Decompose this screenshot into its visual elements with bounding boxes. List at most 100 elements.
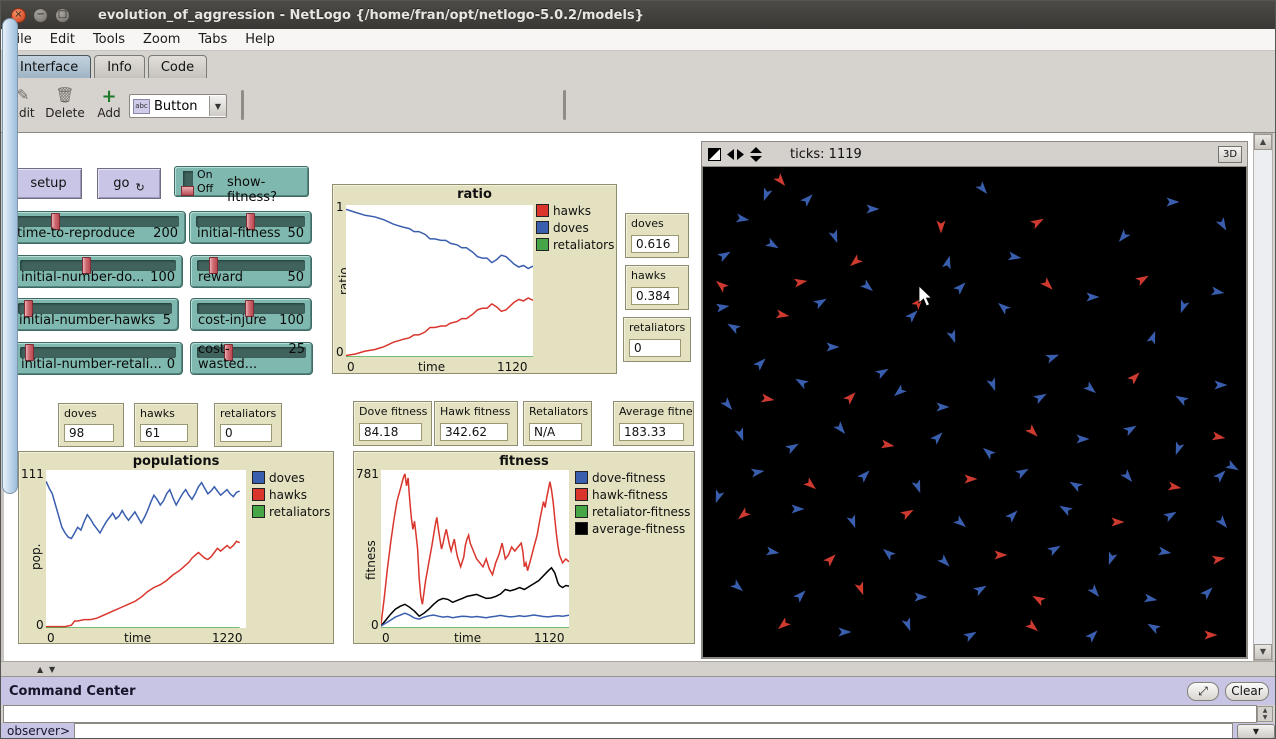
tab-row: Interface Info Code	[1, 51, 1276, 78]
legend-item: hawks	[536, 202, 614, 219]
turtle-dove	[975, 181, 990, 197]
widget-type-value: Button	[154, 99, 198, 114]
splitter-up-icon[interactable]: ▲	[37, 665, 43, 674]
world-view[interactable]	[701, 167, 1248, 659]
turtle-dove	[1115, 229, 1130, 245]
3d-button[interactable]: 3D	[1218, 146, 1242, 163]
slider-value: 100	[279, 313, 304, 328]
slider-label: initial-number-hawks	[19, 313, 155, 328]
horizontal-arrows-icon[interactable]	[727, 149, 744, 160]
turtle-dove	[1067, 478, 1083, 492]
menu-zoom[interactable]: Zoom	[134, 32, 189, 47]
scroll-down-icon[interactable]: ▼	[1254, 644, 1272, 660]
button-widget-icon: abc	[133, 99, 150, 114]
chevron-down-icon: ▼	[209, 96, 226, 116]
title-bar: × − ▢ evolution_of_aggression - NetLogo …	[1, 1, 1276, 29]
turtle-dove	[1077, 435, 1090, 444]
turtle-dove	[847, 514, 860, 529]
turtle-dove	[947, 329, 960, 344]
turtle-dove	[785, 440, 801, 454]
tab-code[interactable]: Code	[148, 55, 207, 78]
command-input[interactable]	[74, 723, 1233, 739]
clear-button[interactable]: Clear	[1225, 682, 1269, 701]
turtle-dove	[880, 545, 896, 560]
slider-time-to-reproduce[interactable]: time-to-reproduce 200	[9, 211, 186, 244]
forever-icon: ↻	[136, 181, 145, 194]
monitor-value: 0.616	[631, 235, 679, 253]
turtle-dove	[963, 628, 979, 642]
turtle-dove	[1215, 381, 1228, 390]
scrollbar-thumb[interactable]	[2, 18, 18, 494]
turtle-dove	[1120, 469, 1135, 485]
turtle-dove	[1087, 293, 1100, 302]
monitor-value: 0.384	[631, 287, 679, 305]
turtle-dove	[867, 205, 880, 214]
turtle-dove	[1163, 508, 1179, 522]
monitor-doves-count: doves 98	[58, 403, 124, 447]
x-axis-min: 0	[47, 631, 55, 645]
y-axis-min: 0	[371, 618, 379, 632]
delete-tool[interactable]: 🗑 Delete	[43, 86, 87, 120]
y-axis-max: 111	[21, 467, 44, 481]
slider-value: 200	[153, 226, 178, 241]
maximize-button[interactable]: ▢	[55, 8, 70, 23]
vertical-arrows-icon[interactable]	[750, 147, 762, 162]
turtle-dove	[860, 279, 876, 294]
legend-swatch	[252, 505, 265, 518]
turtle-dove	[1015, 465, 1031, 479]
turtle-hawk	[773, 173, 788, 189]
splitter-down-icon[interactable]: ▼	[49, 665, 55, 674]
slider-label: time-to-reproduce	[17, 226, 135, 241]
turtle-dove	[937, 554, 953, 570]
turtle-dove	[712, 489, 725, 504]
monitor-doves-ratio: doves 0.616	[625, 213, 689, 258]
turtle-dove	[760, 187, 773, 202]
turtle-dove	[1177, 299, 1190, 314]
x-axis-max: 1120	[497, 360, 528, 374]
slider-initial-number-hawks[interactable]: initial-number-hawks5	[11, 298, 179, 331]
slider-label: initial-number-do...	[21, 270, 144, 285]
command-center-output[interactable]	[3, 705, 1257, 723]
turtle-dove	[1123, 422, 1139, 436]
origin-icon[interactable]	[708, 148, 721, 161]
slider-cost-wasted[interactable]: cost-wasted...25	[190, 342, 313, 375]
command-center-splitter[interactable]: ▲ ▼	[1, 661, 1276, 677]
menu-tools[interactable]: Tools	[84, 32, 134, 47]
tab-interface[interactable]: Interface	[7, 55, 91, 78]
slider-initial-number-retaliators[interactable]: initial-number-retali...0	[13, 342, 183, 375]
vertical-scrollbar[interactable]: ▲ ▼	[1253, 133, 1273, 661]
tab-info[interactable]: Info	[94, 55, 145, 78]
switch-knob[interactable]	[181, 186, 194, 196]
slider-initial-number-doves[interactable]: initial-number-do...100	[13, 255, 183, 288]
add-tool[interactable]: + Add	[93, 86, 125, 120]
setup-button[interactable]: setup	[15, 168, 82, 199]
turtle-dove	[995, 299, 1011, 314]
turtle-dove	[915, 593, 928, 602]
turtle-dove	[736, 213, 750, 224]
plot-legend: doveshawksretaliators	[252, 469, 330, 520]
turtle-dove	[839, 628, 852, 637]
turtle-dove	[1033, 390, 1049, 404]
scroll-up-icon[interactable]: ▲	[1254, 134, 1272, 150]
output-scroll-stepper[interactable]: ▲▼	[1257, 706, 1273, 722]
turtle-dove	[793, 375, 809, 389]
menu-help[interactable]: Help	[236, 32, 284, 47]
slider-reward[interactable]: reward50	[190, 255, 312, 288]
menu-tabs[interactable]: Tabs	[189, 32, 236, 47]
y-axis-max: 781	[356, 467, 379, 481]
detach-button[interactable]: ⤢	[1187, 682, 1219, 701]
minimize-button[interactable]: −	[33, 8, 48, 23]
slider-cost-injure[interactable]: cost-injure100	[190, 298, 312, 331]
monitor-label: Retaliators	[524, 402, 591, 418]
monitor-value: 61	[140, 424, 188, 442]
go-button[interactable]: go ↻	[97, 168, 161, 199]
widget-type-dropdown[interactable]: abc Button ▼	[129, 94, 227, 118]
menu-edit[interactable]: Edit	[41, 32, 84, 47]
turtle-dove	[720, 397, 735, 413]
turtle-hawk	[995, 551, 1008, 560]
show-fitness-switch[interactable]: OnOff show-fitness?	[174, 166, 309, 197]
legend-swatch	[536, 238, 549, 251]
slider-initial-fitness[interactable]: initial-fitness50	[189, 211, 312, 244]
agent-type-dropdown[interactable]: ▼	[1237, 724, 1275, 739]
legend-swatch	[575, 505, 588, 518]
